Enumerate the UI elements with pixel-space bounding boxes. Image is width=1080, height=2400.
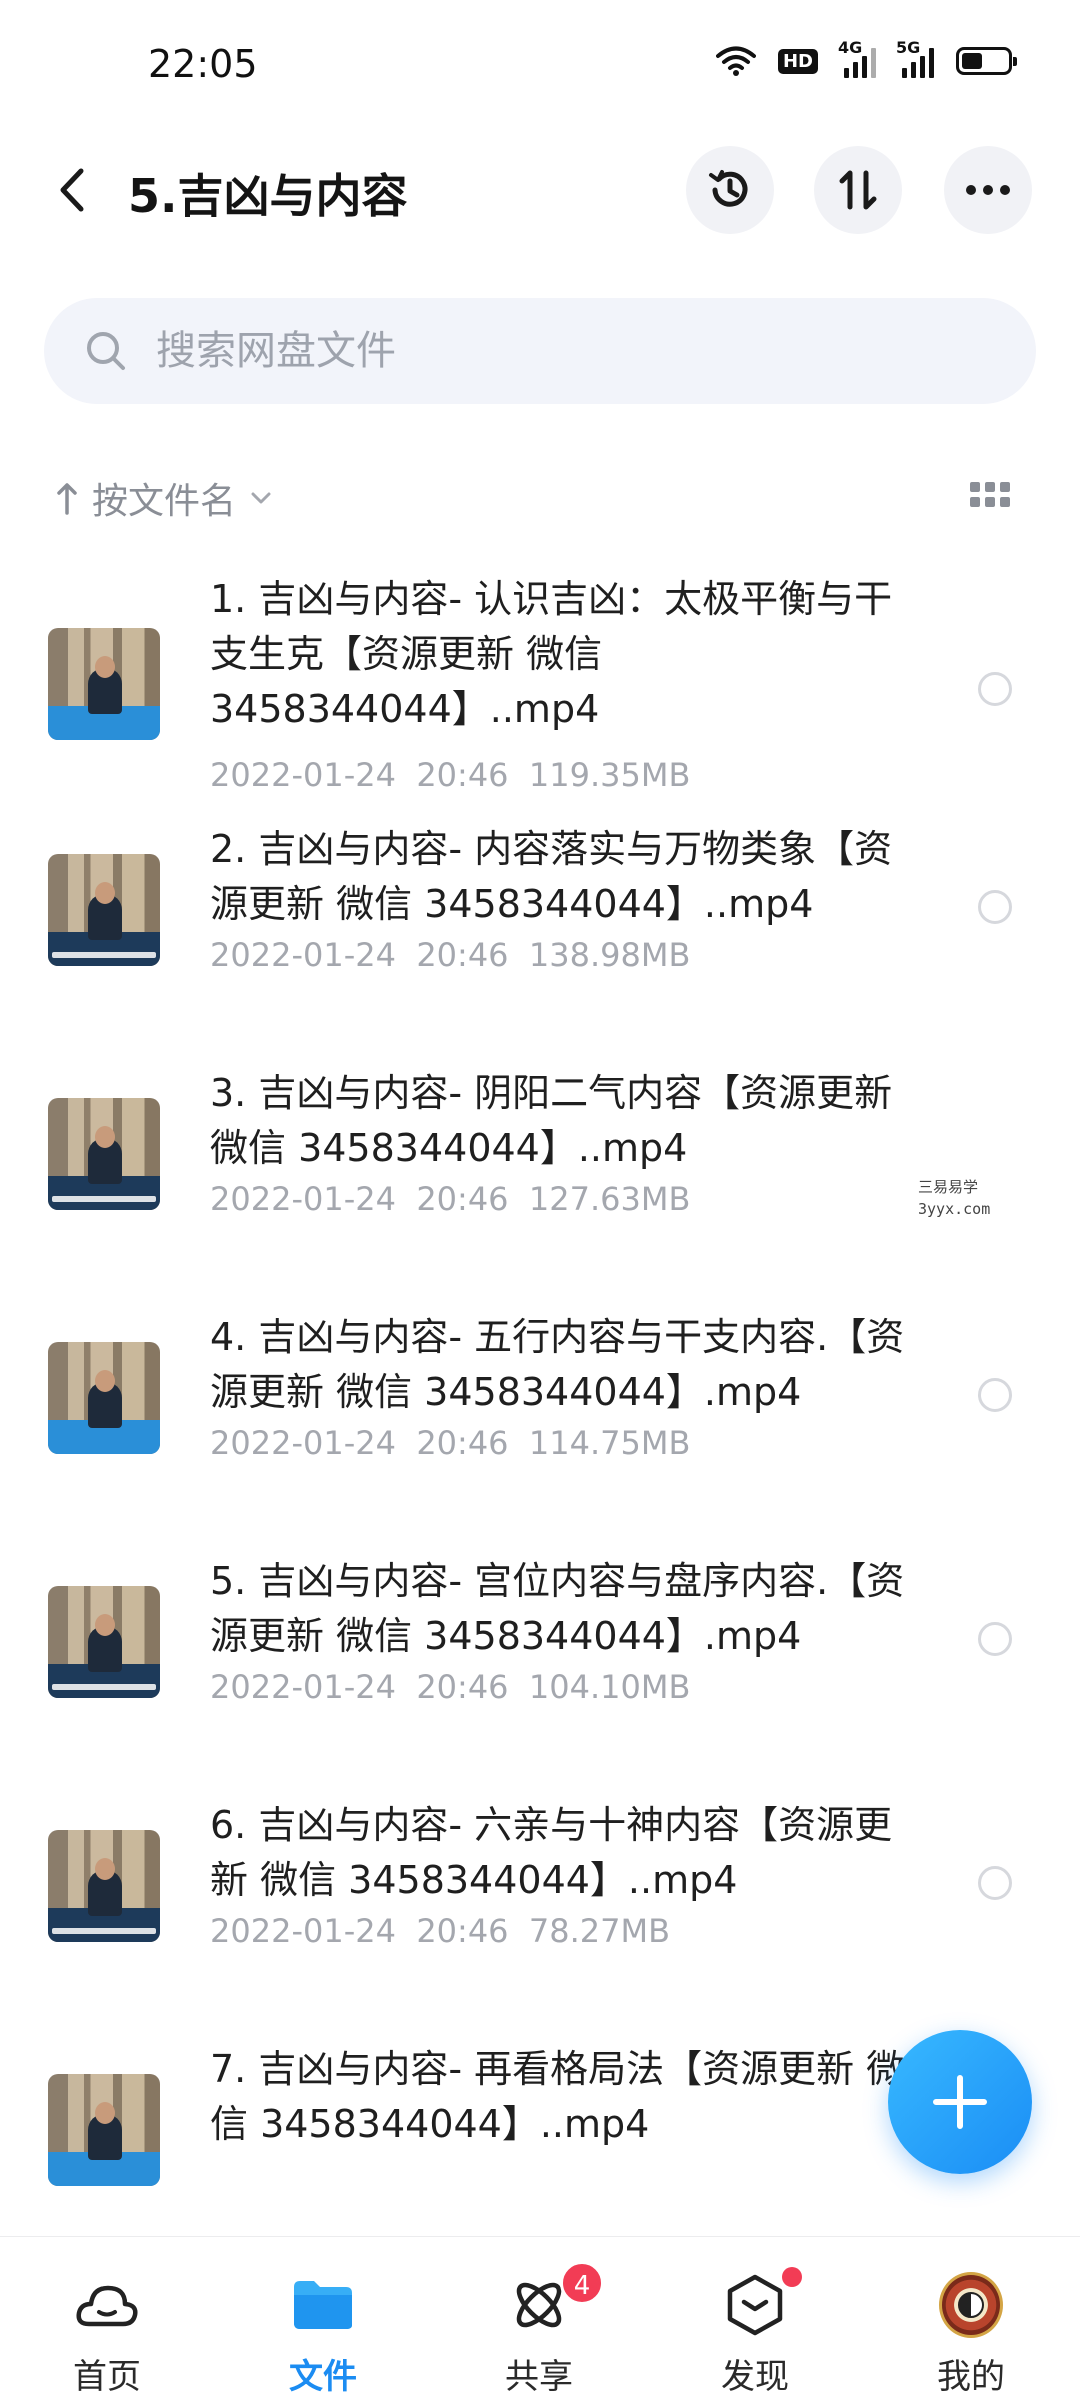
- select-radio[interactable]: [978, 890, 1012, 924]
- video-thumbnail: [48, 1098, 160, 1210]
- share-badge: 4: [560, 2261, 604, 2305]
- file-name: 5. 吉凶与内容- 宫位内容与盘序内容.【资源更新 微信 3458344044】…: [210, 1559, 905, 1658]
- more-button[interactable]: [944, 146, 1032, 234]
- file-date: 2022-01-24 20:46: [210, 1424, 509, 1462]
- search-bar[interactable]: [44, 298, 1036, 404]
- nav-item-me[interactable]: 我的: [896, 2237, 1046, 2400]
- nav-label-me: 我的: [937, 2357, 1005, 2397]
- signal-4g-label: 4G: [838, 38, 863, 57]
- file-date: 2022-01-24 20:46: [210, 1180, 509, 1218]
- file-meta: 2022-01-24 20:46 119.35MB: [210, 756, 690, 794]
- wifi-icon: [715, 46, 756, 76]
- history-button[interactable]: [686, 146, 774, 234]
- hd-voice-icon: HD: [777, 48, 818, 74]
- select-radio[interactable]: [978, 1866, 1012, 1900]
- video-thumbnail: [48, 1342, 160, 1454]
- plus-icon: [933, 2075, 987, 2129]
- file-meta: 2022-01-24 20:46 127.63MB: [210, 1180, 690, 1218]
- app-screen: 22:05 HD 4G 5G 5.吉凶与内容 搜索网盘文件 按文件名 1. 吉凶…: [0, 0, 1080, 2400]
- search-input[interactable]: [156, 328, 956, 374]
- watermark-line1: 三易易学: [918, 1178, 979, 1196]
- file-row[interactable]: 5. 吉凶与内容- 宫位内容与盘序内容.【资源更新 微信 3458344044】…: [0, 1536, 1080, 1780]
- discover-dot: [782, 2267, 802, 2287]
- file-size: 138.98MB: [528, 936, 691, 974]
- file-name: 3. 吉凶与内容- 阴阳二气内容【资源更新 微信 3458344044】..mp…: [210, 1071, 893, 1170]
- file-name: 1. 吉凶与内容- 认识吉凶：太极平衡与干支生克【资源更新 微信 3458344…: [210, 577, 893, 731]
- signal-5g-label: 5G: [896, 38, 921, 57]
- up-down-arrows-icon: [839, 170, 877, 210]
- file-date: 2022-01-24 20:46: [210, 936, 509, 974]
- file-name: 2. 吉凶与内容- 内容落实与万物类象【资源更新 微信 3458344044】.…: [210, 827, 893, 926]
- file-row[interactable]: 3. 吉凶与内容- 阴阳二气内容【资源更新 微信 3458344044】..mp…: [0, 1048, 1080, 1292]
- signal-5g-icon: 5G: [896, 38, 934, 78]
- signal-4g-icon: 4G: [838, 38, 876, 78]
- file-name: 4. 吉凶与内容- 五行内容与干支内容.【资源更新 微信 3458344044】…: [210, 1315, 905, 1414]
- watermark: 三易易学 3yyx.com: [918, 1176, 1008, 1220]
- avatar: [939, 2272, 1003, 2338]
- status-time: 22:05: [148, 42, 258, 86]
- more-horizontal-icon: [966, 185, 1010, 195]
- select-radio[interactable]: [978, 1378, 1012, 1412]
- battery-icon: [956, 47, 1017, 75]
- file-meta: 2022-01-24 20:46 138.98MB: [210, 936, 690, 974]
- nav-item-discover[interactable]: 发现: [680, 2237, 830, 2400]
- file-size: 127.63MB: [528, 1180, 691, 1218]
- chevron-left-icon: [60, 168, 84, 212]
- video-thumbnail: [48, 854, 160, 966]
- folder-icon: [291, 2273, 355, 2337]
- sort-row: 按文件名: [0, 468, 1080, 528]
- file-name: 6. 吉凶与内容- 六亲与十神内容【资源更新 微信 3458344044】..m…: [210, 1803, 893, 1902]
- arrow-up-icon: [57, 483, 77, 515]
- file-meta: 2022-01-24 20:46 78.27MB: [210, 1912, 670, 1950]
- nav-item-share[interactable]: 4 共享: [464, 2237, 614, 2400]
- nav-item-home[interactable]: 首页: [32, 2237, 182, 2400]
- file-date: 2022-01-24 20:46: [210, 1912, 509, 1950]
- nav-item-files[interactable]: 文件: [248, 2237, 398, 2400]
- chevron-down-icon: [251, 492, 271, 504]
- file-row[interactable]: 1. 吉凶与内容- 认识吉凶：太极平衡与干支生克【资源更新 微信 3458344…: [0, 560, 1080, 804]
- sort-label: 按文件名: [92, 481, 237, 522]
- file-list: 1. 吉凶与内容- 认识吉凶：太极平衡与干支生克【资源更新 微信 3458344…: [0, 560, 1080, 2268]
- file-size: 104.10MB: [528, 1668, 691, 1706]
- file-row[interactable]: 4. 吉凶与内容- 五行内容与干支内容.【资源更新 微信 3458344044】…: [0, 1292, 1080, 1536]
- file-row[interactable]: 6. 吉凶与内容- 六亲与十神内容【资源更新 微信 3458344044】..m…: [0, 1780, 1080, 2024]
- video-thumbnail: [48, 1586, 160, 1698]
- transfer-button[interactable]: [814, 146, 902, 234]
- file-size: 114.75MB: [528, 1424, 691, 1462]
- file-size: 119.35MB: [528, 756, 691, 794]
- file-name: 7. 吉凶与内容- 再看格局法【资源更新 微信 3458344044】..mp4: [210, 2047, 905, 2146]
- history-icon: [709, 170, 748, 207]
- sort-button[interactable]: 按文件名: [56, 468, 272, 528]
- search-icon: [84, 329, 128, 373]
- header: 5.吉凶与内容: [0, 130, 1080, 250]
- video-thumbnail: [48, 2074, 160, 2186]
- bottom-nav: 首页 文件 4 共享 发现 我的: [0, 2236, 1080, 2400]
- nav-label-share: 共享: [505, 2357, 573, 2397]
- cube-icon: [723, 2273, 787, 2337]
- video-thumbnail: [48, 628, 160, 740]
- select-radio[interactable]: [978, 1622, 1012, 1656]
- status-icons: HD 4G 5G: [715, 38, 1017, 78]
- select-radio[interactable]: [978, 672, 1012, 706]
- file-size: 78.27MB: [528, 1912, 671, 1950]
- cloud-icon: [75, 2273, 139, 2337]
- file-meta: 2022-01-24 20:46 114.75MB: [210, 1424, 690, 1462]
- status-bar: 22:05 HD 4G 5G: [0, 0, 1080, 130]
- add-button[interactable]: [888, 2030, 1032, 2174]
- nav-label-discover: 发现: [721, 2357, 789, 2397]
- back-button[interactable]: [42, 158, 102, 222]
- file-meta: 2022-01-24 20:46 104.10MB: [210, 1668, 690, 1706]
- page-title: 5.吉凶与内容: [128, 169, 408, 223]
- watermark-line2: 3yyx.com: [918, 1200, 991, 1218]
- file-date: 2022-01-24 20:46: [210, 756, 509, 794]
- nav-label-files: 文件: [289, 2357, 357, 2397]
- grid-view-icon[interactable]: [970, 482, 1010, 514]
- nav-label-home: 首页: [73, 2357, 141, 2397]
- file-date: 2022-01-24 20:46: [210, 1668, 509, 1706]
- file-row[interactable]: 2. 吉凶与内容- 内容落实与万物类象【资源更新 微信 3458344044】.…: [0, 804, 1080, 1048]
- video-thumbnail: [48, 1830, 160, 1942]
